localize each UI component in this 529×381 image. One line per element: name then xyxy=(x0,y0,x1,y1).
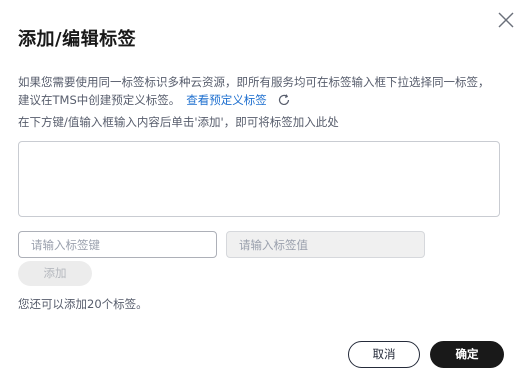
add-button[interactable]: 添加 xyxy=(18,261,92,286)
confirm-button[interactable]: 确定 xyxy=(430,341,504,368)
close-icon[interactable] xyxy=(497,11,515,29)
remaining-count-text: 您还可以添加20个标签。 xyxy=(18,297,148,311)
cancel-button[interactable]: 取消 xyxy=(348,341,420,368)
tag-value-input[interactable] xyxy=(226,231,425,258)
refresh-icon[interactable] xyxy=(277,93,291,112)
view-predefined-tags-link[interactable]: 查看预定义标签 xyxy=(186,93,267,107)
tag-key-input[interactable] xyxy=(18,231,217,258)
edit-tags-dialog: 添加/编辑标签 如果您需要使用同一标签标识多种云资源，即所有服务均可在标签输入框… xyxy=(0,0,529,381)
description-text: 如果您需要使用同一标签标识多种云资源，即所有服务均可在标签输入框下拉选择同一标签… xyxy=(18,73,498,112)
hint-text: 在下方键/值输入框输入内容后单击'添加'，即可将标签加入此处 xyxy=(18,115,339,129)
tag-list-area[interactable] xyxy=(18,141,500,217)
dialog-title: 添加/编辑标签 xyxy=(18,29,137,50)
